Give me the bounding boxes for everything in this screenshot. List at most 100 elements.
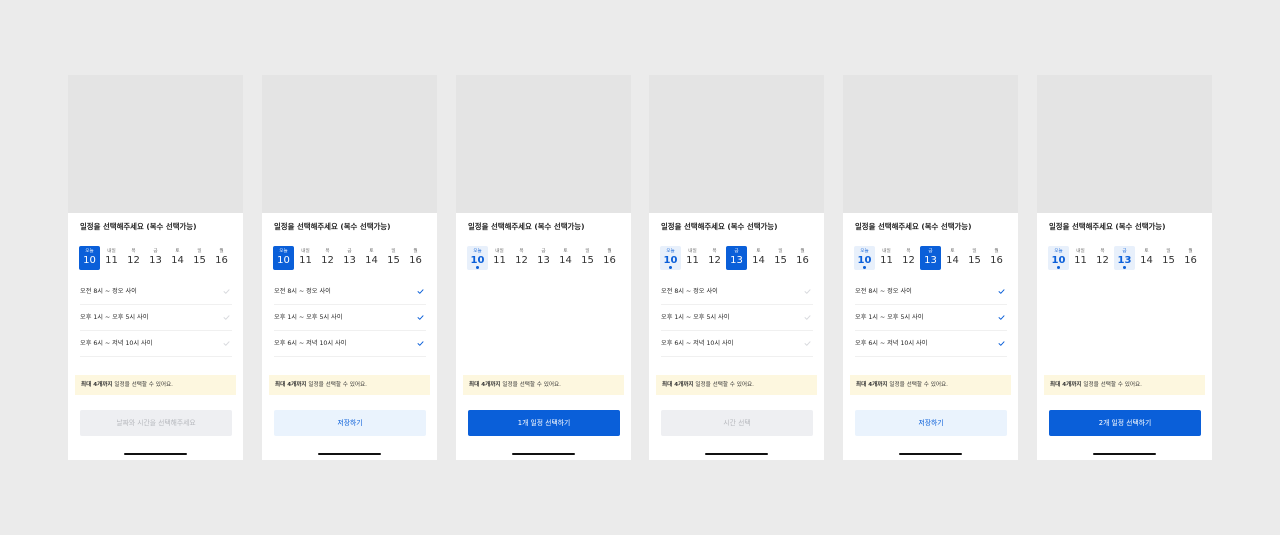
check-icon xyxy=(804,340,811,347)
time-slot-evening[interactable]: 오후 6시 ~ 저녁 10시 사이 xyxy=(80,331,232,357)
date-sun[interactable]: 일 15 xyxy=(964,246,985,270)
home-indicator xyxy=(1093,453,1156,455)
check-icon xyxy=(417,288,424,295)
home-indicator xyxy=(512,453,575,455)
selected-dot xyxy=(1057,266,1060,269)
date-fri[interactable]: 금 13 xyxy=(920,246,941,270)
date-sun[interactable]: 일 15 xyxy=(770,246,791,270)
check-icon xyxy=(998,340,1005,347)
date-sat[interactable]: 토 14 xyxy=(361,246,382,270)
date-today[interactable]: 오늘 10 xyxy=(79,246,100,270)
screen-3: 일정을 선택해주세요 (복수 선택가능) 오늘 10 내일 11 목 12 금 13 토… xyxy=(456,75,631,460)
date-sun[interactable]: 일 15 xyxy=(1158,246,1179,270)
date-sat[interactable]: 토 14 xyxy=(555,246,576,270)
date-sat[interactable]: 토 14 xyxy=(942,246,963,270)
image-placeholder xyxy=(262,75,437,213)
date-sat[interactable]: 토 14 xyxy=(748,246,769,270)
date-sun[interactable]: 일 15 xyxy=(577,246,598,270)
image-placeholder xyxy=(68,75,243,213)
date-mon[interactable]: 월 16 xyxy=(405,246,426,270)
time-slot-afternoon[interactable]: 오후 1시 ~ 오후 5시 사이 xyxy=(855,305,1007,331)
date-thu[interactable]: 목 12 xyxy=(1092,246,1113,270)
selected-dot xyxy=(669,266,672,269)
time-slot-morning[interactable]: 오전 8시 ~ 정오 사이 xyxy=(274,279,426,305)
time-slot-morning[interactable]: 오전 8시 ~ 정오 사이 xyxy=(661,279,813,305)
max-selection-notice: 최대 4개까지 일정을 선택할 수 있어요. xyxy=(1044,375,1205,395)
time-slot-evening[interactable]: 오후 6시 ~ 저녁 10시 사이 xyxy=(274,331,426,357)
home-indicator xyxy=(124,453,187,455)
select-time-button[interactable]: 시간 선택 xyxy=(661,410,813,436)
date-thu[interactable]: 목 12 xyxy=(511,246,532,270)
date-fri[interactable]: 금 13 xyxy=(533,246,554,270)
date-today[interactable]: 오늘 10 xyxy=(467,246,488,270)
time-slot-list: 오전 8시 ~ 정오 사이 오후 1시 ~ 오후 5시 사이 오후 6시 ~ 저… xyxy=(661,279,813,357)
max-selection-notice: 최대 4개까지 일정을 선택할 수 있어요. xyxy=(75,375,236,395)
date-fri[interactable]: 금 13 xyxy=(145,246,166,270)
date-fri[interactable]: 금 13 xyxy=(1114,246,1135,270)
selected-dot xyxy=(863,266,866,269)
cta-button[interactable]: 날짜와 시간을 선택해주세요 xyxy=(80,410,232,436)
screen-5: 일정을 선택해주세요 (복수 선택가능) 오늘 10 내일 11 목 12 금 13 토… xyxy=(843,75,1018,460)
page-title: 일정을 선택해주세요 (복수 선택가능) xyxy=(468,222,585,231)
max-selection-notice: 최대 4개까지 일정을 선택할 수 있어요. xyxy=(269,375,430,395)
date-today[interactable]: 오늘 10 xyxy=(1048,246,1069,270)
screen-1: 일정을 선택해주세요 (복수 선택가능) 오늘 10 내일 11 목 12 금 13 토… xyxy=(68,75,243,460)
selected-dot xyxy=(476,266,479,269)
date-today[interactable]: 오늘 10 xyxy=(854,246,875,270)
page-title: 일정을 선택해주세요 (복수 선택가능) xyxy=(661,222,778,231)
check-icon xyxy=(223,314,230,321)
date-tomorrow[interactable]: 내일 11 xyxy=(682,246,703,270)
date-sun[interactable]: 일 15 xyxy=(383,246,404,270)
date-thu[interactable]: 목 12 xyxy=(317,246,338,270)
check-icon xyxy=(998,288,1005,295)
time-slot-afternoon[interactable]: 오후 1시 ~ 오후 5시 사이 xyxy=(80,305,232,331)
page-title: 일정을 선택해주세요 (복수 선택가능) xyxy=(855,222,972,231)
date-fri[interactable]: 금 13 xyxy=(339,246,360,270)
home-indicator xyxy=(705,453,768,455)
date-tomorrow[interactable]: 내일 11 xyxy=(101,246,122,270)
image-placeholder xyxy=(649,75,824,213)
image-placeholder xyxy=(456,75,631,213)
date-mon[interactable]: 월 16 xyxy=(792,246,813,270)
date-selector: 오늘 10 내일 11 목 12 금 13 토 14 일 15 월 16 xyxy=(1048,246,1202,270)
date-tomorrow[interactable]: 내일 11 xyxy=(1070,246,1091,270)
date-tomorrow[interactable]: 내일 11 xyxy=(295,246,316,270)
date-selector: 오늘 10 내일 11 목 12 금 13 토 14 일 15 월 16 xyxy=(467,246,621,270)
screen-2: 일정을 선택해주세요 (복수 선택가능) 오늘 10 내일 11 목 12 금 13 토… xyxy=(262,75,437,460)
date-mon[interactable]: 월 16 xyxy=(599,246,620,270)
date-today[interactable]: 오늘 10 xyxy=(273,246,294,270)
time-slot-afternoon[interactable]: 오후 1시 ~ 오후 5시 사이 xyxy=(274,305,426,331)
time-slot-morning[interactable]: 오전 8시 ~ 정오 사이 xyxy=(855,279,1007,305)
date-today[interactable]: 오늘 10 xyxy=(660,246,681,270)
date-thu[interactable]: 목 12 xyxy=(898,246,919,270)
select-schedule-button[interactable]: 2개 일정 선택하기 xyxy=(1049,410,1201,436)
select-schedule-button[interactable]: 1개 일정 선택하기 xyxy=(468,410,620,436)
time-slot-morning[interactable]: 오전 8시 ~ 정오 사이 xyxy=(80,279,232,305)
date-sat[interactable]: 토 14 xyxy=(1136,246,1157,270)
max-selection-notice: 최대 4개까지 일정을 선택할 수 있어요. xyxy=(850,375,1011,395)
save-button[interactable]: 저장하기 xyxy=(274,410,426,436)
time-slot-list: 오전 8시 ~ 정오 사이 오후 1시 ~ 오후 5시 사이 오후 6시 ~ 저… xyxy=(80,279,232,357)
date-thu[interactable]: 목 12 xyxy=(704,246,725,270)
max-selection-notice: 최대 4개까지 일정을 선택할 수 있어요. xyxy=(463,375,624,395)
time-slot-afternoon[interactable]: 오후 1시 ~ 오후 5시 사이 xyxy=(661,305,813,331)
date-sat[interactable]: 토 14 xyxy=(167,246,188,270)
date-thu[interactable]: 목 12 xyxy=(123,246,144,270)
date-mon[interactable]: 월 16 xyxy=(1180,246,1201,270)
date-tomorrow[interactable]: 내일 11 xyxy=(876,246,897,270)
home-indicator xyxy=(318,453,381,455)
date-fri[interactable]: 금 13 xyxy=(726,246,747,270)
date-mon[interactable]: 월 16 xyxy=(986,246,1007,270)
check-icon xyxy=(998,314,1005,321)
image-placeholder xyxy=(1037,75,1212,213)
date-tomorrow[interactable]: 내일 11 xyxy=(489,246,510,270)
time-slot-evening[interactable]: 오후 6시 ~ 저녁 10시 사이 xyxy=(661,331,813,357)
page-title: 일정을 선택해주세요 (복수 선택가능) xyxy=(1049,222,1166,231)
page-title: 일정을 선택해주세요 (복수 선택가능) xyxy=(80,222,197,231)
date-sun[interactable]: 일 15 xyxy=(189,246,210,270)
date-mon[interactable]: 월 16 xyxy=(211,246,232,270)
time-slot-evening[interactable]: 오후 6시 ~ 저녁 10시 사이 xyxy=(855,331,1007,357)
date-selector: 오늘 10 내일 11 목 12 금 13 토 14 일 15 월 16 xyxy=(660,246,814,270)
time-slot-list: 오전 8시 ~ 정오 사이 오후 1시 ~ 오후 5시 사이 오후 6시 ~ 저… xyxy=(855,279,1007,357)
save-button[interactable]: 저장하기 xyxy=(855,410,1007,436)
